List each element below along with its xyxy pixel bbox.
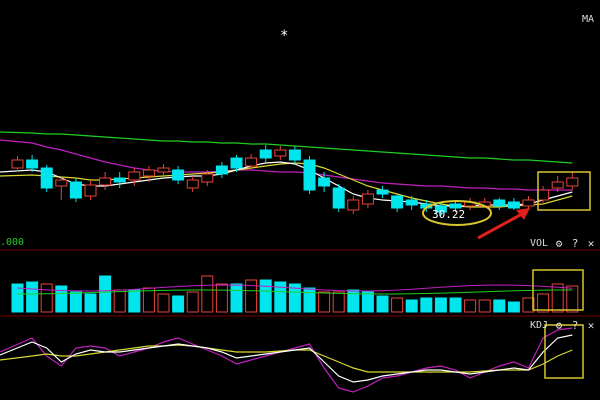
highlight-box-kdj [544, 324, 584, 379]
volume-bar [405, 299, 418, 313]
candle-body [391, 195, 404, 209]
volume-bar [376, 295, 389, 313]
volume-bar [420, 297, 433, 313]
candle-body [318, 177, 331, 187]
vol-panel-title[interactable]: VOL [530, 238, 548, 249]
candle-body [274, 149, 287, 157]
candle-body [55, 179, 68, 187]
candle-body [303, 159, 316, 191]
gear-icon[interactable]: ⚙ [554, 237, 564, 250]
candle-body [99, 177, 112, 186]
red-arrow-icon [477, 212, 523, 240]
help-icon[interactable]: ? [570, 237, 580, 250]
close-icon[interactable]: ✕ [586, 237, 596, 250]
candle-body [128, 171, 141, 181]
candle-body [69, 181, 82, 199]
candle-body [11, 159, 24, 169]
volume-bar [142, 287, 155, 313]
volume-bar [449, 297, 462, 313]
candle-body [288, 149, 301, 161]
candle-body [215, 165, 228, 175]
candle-body [566, 177, 579, 187]
candle-body [259, 149, 272, 159]
volume-bar [128, 289, 141, 313]
ma_mid-line [0, 139, 573, 191]
price-panel [0, 131, 579, 216]
stock-chart-canvas[interactable] [0, 0, 600, 400]
candle-body [522, 199, 535, 207]
volume-bar [215, 283, 228, 313]
volume-bar [493, 299, 506, 313]
volume-bar [186, 291, 199, 313]
candle-body [347, 199, 360, 211]
volume-bar [434, 297, 447, 313]
volume-bar [464, 299, 477, 313]
volume-bar [99, 275, 112, 313]
volume-bar [26, 281, 39, 313]
arrowhead-icon [516, 208, 530, 220]
help-icon[interactable]: ? [570, 319, 580, 332]
ma-indicator-label[interactable]: MA [582, 14, 594, 26]
candle-body [26, 159, 39, 169]
volume-bar [84, 293, 97, 313]
price-callout-label: 30.22 [432, 208, 466, 221]
kdj-panel [0, 327, 573, 393]
candle-body [186, 179, 199, 189]
volume-bar [391, 297, 404, 313]
candle-body [113, 177, 126, 183]
volume-bar [40, 283, 53, 313]
kdj-panel-toolbar: KDJ ⚙ ? ✕ [530, 318, 596, 332]
candle-body [40, 167, 53, 189]
volume-bar [551, 283, 564, 313]
candle-body [245, 157, 258, 167]
volume-bar [201, 275, 214, 313]
candle-body [376, 189, 389, 195]
kdj-panel-title[interactable]: KDJ [530, 320, 548, 331]
candle-body [172, 169, 185, 181]
volume-panel [11, 275, 579, 313]
gear-icon[interactable]: ⚙ [554, 319, 564, 332]
volume-bar [69, 291, 82, 313]
kdj-j-line [0, 327, 573, 393]
volume-bar [157, 293, 170, 313]
candle-body [507, 201, 520, 209]
volume-bar [113, 289, 126, 313]
volume-bar [507, 301, 520, 313]
crosshair-marker: * [280, 28, 289, 44]
close-icon[interactable]: ✕ [586, 319, 596, 332]
volume-bar [172, 295, 185, 313]
candle-body [157, 167, 170, 173]
candle-body [84, 184, 97, 197]
vol-panel-toolbar: VOL ⚙ ? ✕ [530, 236, 596, 250]
kdj-k-line [0, 334, 573, 383]
volume-bar [478, 299, 491, 313]
candle-body [332, 187, 345, 209]
volume-bar [332, 291, 345, 313]
kdj-d-line [0, 344, 573, 373]
volume-bar [230, 283, 243, 313]
candle-body [201, 173, 214, 183]
price-scale-value: .000 [0, 237, 25, 248]
volume-bar [245, 279, 258, 313]
candle-body [142, 169, 155, 177]
volume-bar [361, 291, 374, 313]
candle-body [537, 189, 550, 201]
candle-body [405, 199, 418, 206]
candle-body [230, 157, 243, 169]
ma_short-line [0, 161, 573, 207]
volume-bar [303, 287, 316, 313]
candle-body [361, 193, 374, 205]
ma_long-line [0, 131, 573, 164]
volume-bar [318, 291, 331, 313]
volume-bar [259, 279, 272, 313]
candle-body [493, 199, 506, 207]
candle-body [551, 181, 564, 189]
